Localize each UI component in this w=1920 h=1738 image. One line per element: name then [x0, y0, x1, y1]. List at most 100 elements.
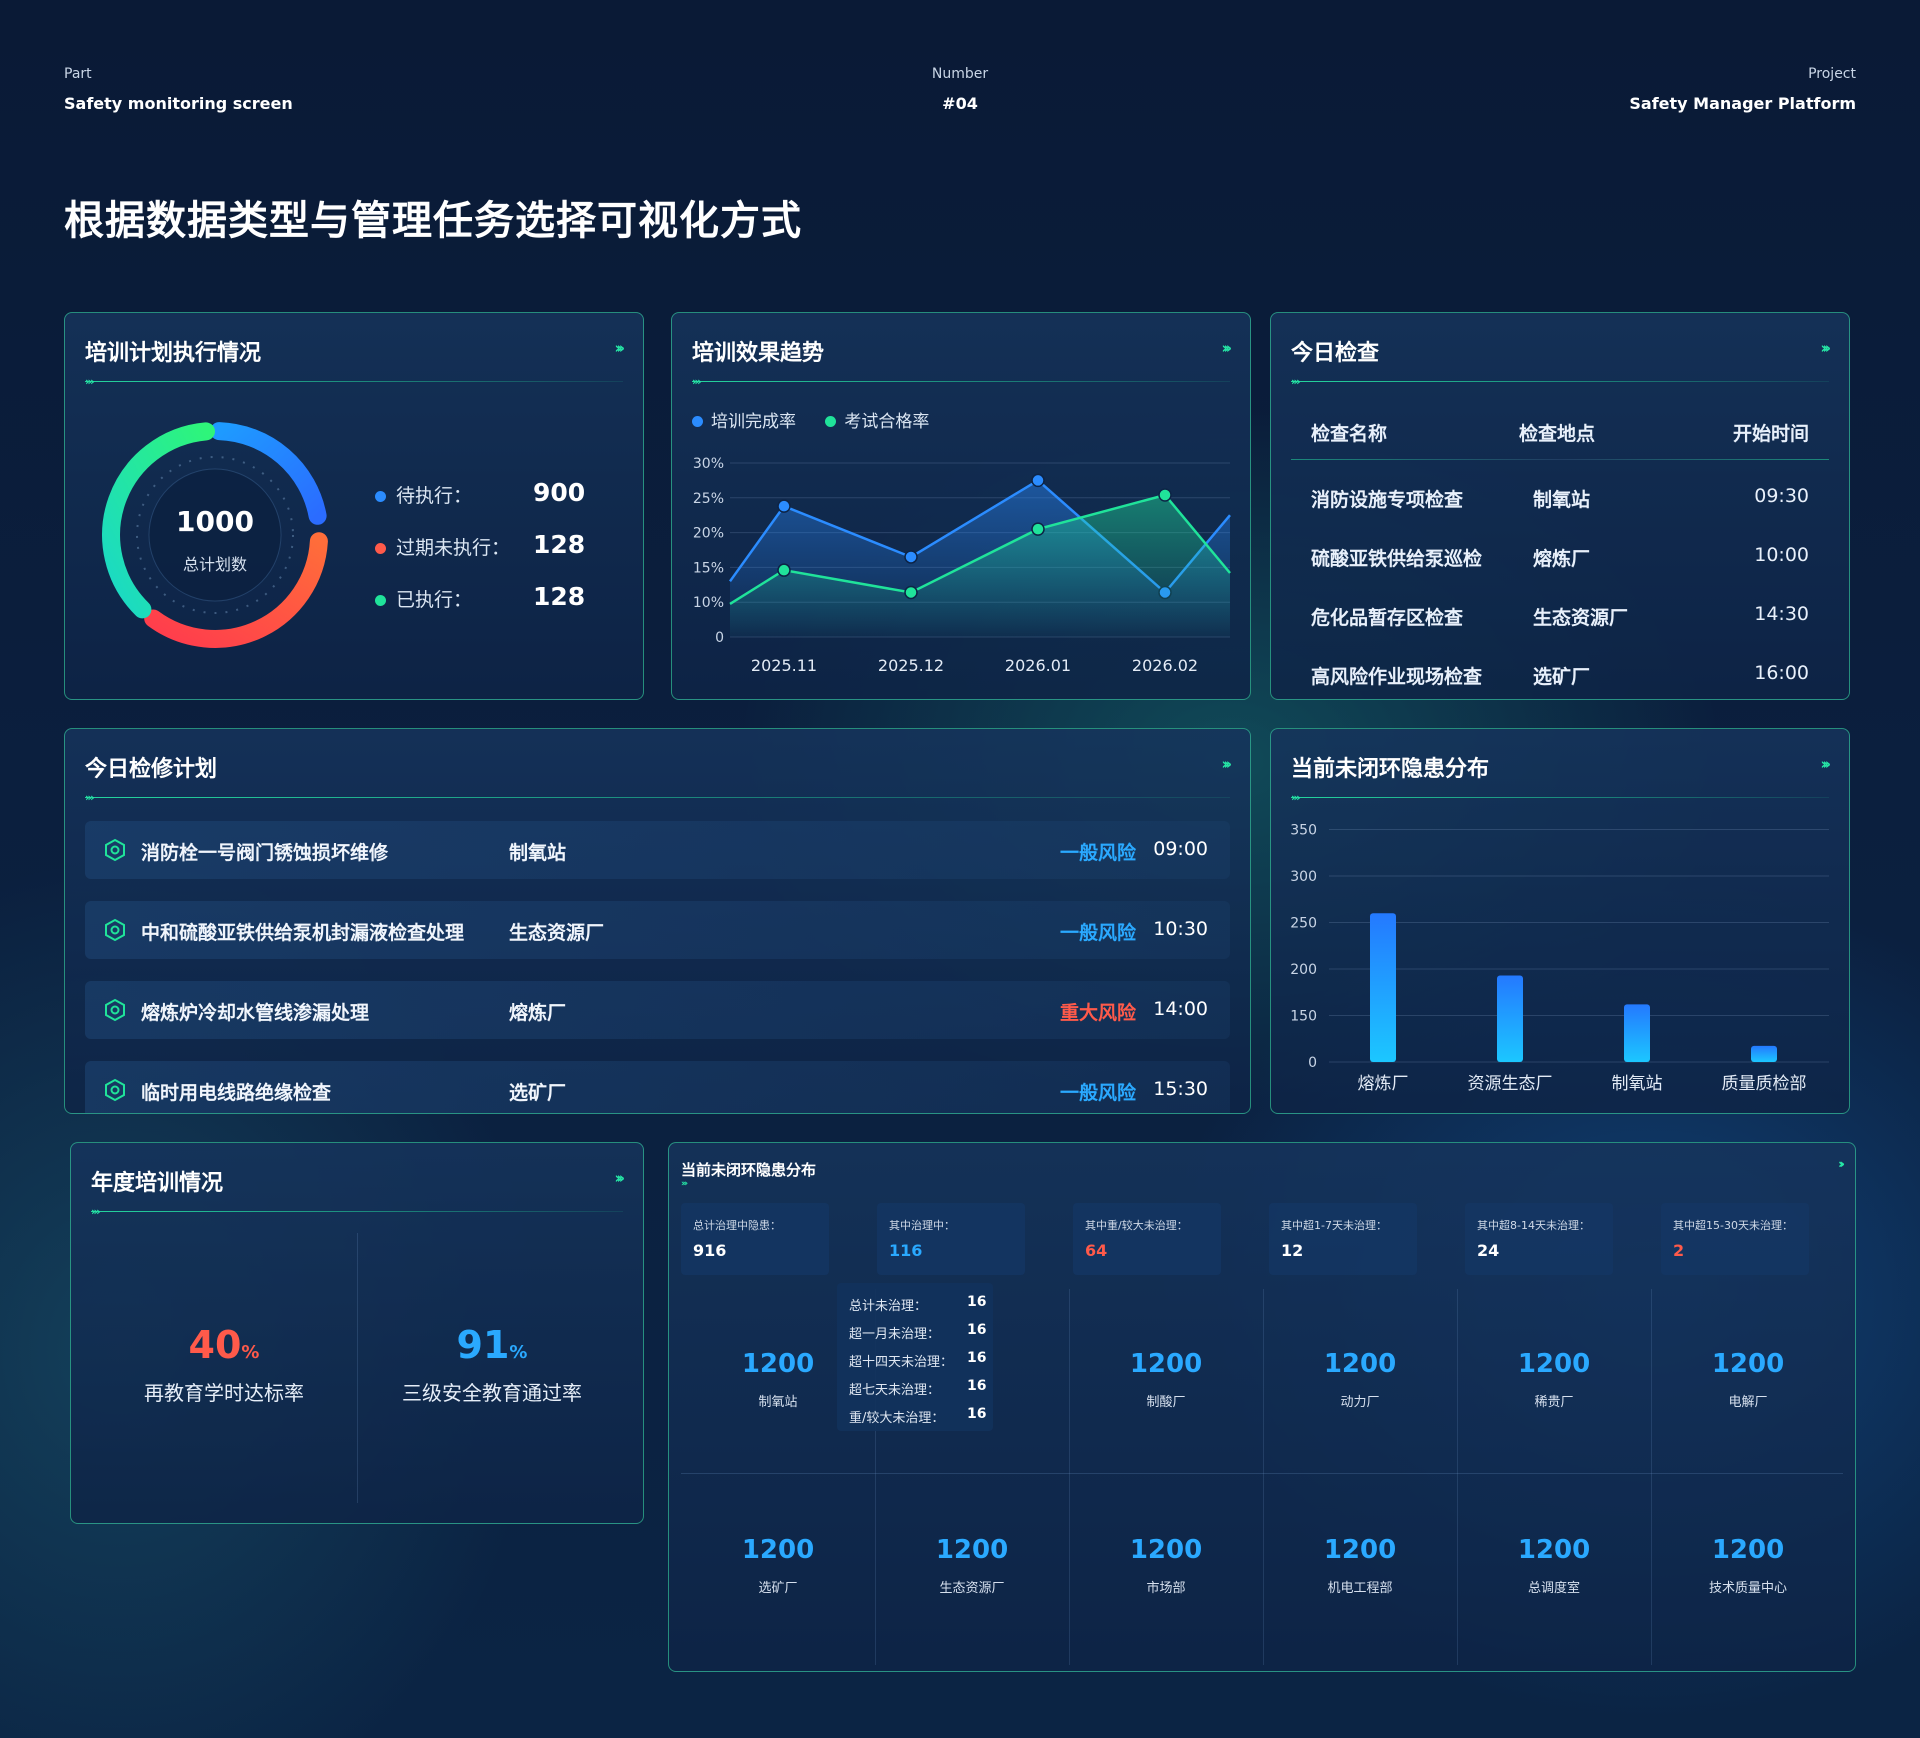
donut-total-label: 总计划数 — [182, 555, 247, 574]
dept-label: 制氧站 — [758, 1395, 798, 1410]
list-item[interactable]: 临时用电线路绝缘检查 选矿厂 一般风险 15:30 — [85, 1061, 1230, 1113]
tooltip-label: 超七天未治理： — [849, 1383, 941, 1398]
item-time: 09:00 — [1153, 838, 1208, 860]
y-tick-label: 10% — [693, 595, 724, 611]
dept-cell[interactable]: 1200 稀贵厂 — [1475, 1349, 1633, 1410]
stat-label: 总计治理中隐患： — [693, 1219, 781, 1232]
list-item[interactable]: 熔炼炉冷却水管线渗漏处理 熔炼厂 重大风险 14:00 — [85, 981, 1230, 1039]
y-tick-label: 250 — [1290, 916, 1317, 932]
data-point[interactable] — [1031, 522, 1045, 536]
dept-cell[interactable]: 1200 生态资源厂 — [893, 1535, 1051, 1596]
dept-cell[interactable]: 1200 电解厂 — [1669, 1349, 1827, 1410]
item-location: 选矿厂 — [509, 1082, 567, 1104]
data-point[interactable] — [904, 585, 918, 600]
data-point[interactable] — [777, 563, 791, 577]
y-tick-label: 20% — [693, 526, 724, 542]
panel-title: 今日检查 — [1291, 341, 1380, 366]
metric-label: 三级安全教育通过率 — [402, 1381, 582, 1405]
underline-dots-icon: ››› — [85, 791, 95, 804]
dept-value: 1200 — [1517, 1535, 1591, 1565]
dept-cell[interactable]: 1200 机电工程部 — [1281, 1535, 1439, 1596]
chevron-right-icon[interactable]: ››› — [614, 339, 624, 357]
table-row[interactable]: 硫酸亚铁供给泵巡检 — [1311, 544, 1482, 571]
data-point[interactable] — [904, 550, 918, 564]
dept-value: 1200 — [1711, 1349, 1785, 1379]
x-tick-label: 资源生态厂 — [1468, 1074, 1553, 1094]
dept-value: 1200 — [1129, 1535, 1203, 1565]
data-point[interactable] — [1031, 473, 1045, 488]
dept-value: 1200 — [741, 1349, 815, 1379]
th-check-name: 检查名称 — [1311, 423, 1388, 445]
data-point[interactable] — [777, 499, 791, 513]
bar[interactable] — [1370, 913, 1396, 1062]
dept-label: 动力厂 — [1340, 1395, 1380, 1410]
dept-cell[interactable]: 1200 总调度室 — [1475, 1535, 1633, 1596]
table-row[interactable]: 消防设施专项检查 — [1311, 485, 1463, 512]
item-time: 14:00 — [1153, 998, 1208, 1020]
hexagon-icon — [105, 838, 125, 862]
metric-value: 91 — [456, 1323, 510, 1367]
item-risk: 重大风险 — [1059, 1002, 1136, 1024]
meta-part: Part Safety monitoring screen — [64, 66, 293, 113]
panel-title: 年度培训情况 — [91, 1171, 224, 1196]
dept-detail-tooltip: 总计未治理： 16 超一月未治理： 16 超十四天未治理： 16 超七天未治理： 16 … — [837, 1283, 993, 1431]
chevron-right-icon[interactable]: ››› — [1820, 339, 1830, 357]
dept-cell[interactable]: 1200 制酸厂 — [1087, 1349, 1245, 1410]
y-tick-label: 30% — [693, 456, 724, 472]
table-row[interactable]: 高风险作业现场检查 — [1311, 662, 1482, 689]
y-tick-label: 200 — [1290, 962, 1317, 978]
stat-value: 24 — [1477, 1241, 1500, 1260]
y-tick-label: 350 — [1290, 823, 1317, 839]
dept-value: 1200 — [1323, 1349, 1397, 1379]
panel-hazard-bar: 当前未闭环隐患分布 ››› ››› 0 150 200 250 300 350 熔炼厂 资源生… — [1270, 728, 1850, 1114]
metric-value: 40 — [188, 1323, 242, 1367]
item-name: 熔炼炉冷却水管线渗漏处理 — [141, 1002, 370, 1024]
item-risk: 一般风险 — [1059, 1082, 1136, 1104]
dept-cell[interactable]: 1200 技术质量中心 — [1669, 1535, 1827, 1596]
dept-cell[interactable]: 1200 选矿厂 — [699, 1535, 857, 1596]
bar[interactable] — [1624, 1004, 1650, 1062]
stat-label: 其中超1-7天未治理： — [1281, 1219, 1387, 1232]
x-tick-label: 制氧站 — [1612, 1074, 1663, 1094]
chevron-right-icon[interactable]: ››› — [1838, 1157, 1845, 1171]
y-tick-label: 300 — [1290, 869, 1317, 885]
legend-value: 900 — [533, 478, 586, 507]
donut-total: 1000 — [176, 505, 254, 538]
item-location: 生态资源厂 — [509, 922, 605, 944]
item-time: 15:30 — [1153, 1078, 1208, 1100]
table-row[interactable]: 危化品暂存区检查 — [1311, 603, 1463, 630]
dept-cell[interactable]: 1200 动力厂 — [1281, 1349, 1439, 1410]
chevron-right-icon[interactable]: ››› — [1221, 755, 1231, 773]
table-header-divider — [1291, 459, 1829, 460]
bar[interactable] — [1751, 1045, 1777, 1062]
item-name: 中和硫酸亚铁供给泵机封漏液检查处理 — [141, 922, 465, 944]
trend-chart: 0 10% 15% 20% 25% 30% 2025.11 2025.12 2026.01 202… — [693, 456, 1231, 675]
meta-part-label: Part — [64, 66, 92, 82]
title-underline — [1291, 381, 1829, 382]
y-tick-label: 0 — [1308, 1055, 1317, 1071]
underline-dots-icon: ››› — [85, 375, 95, 388]
cell-location: 选矿厂 — [1533, 666, 1591, 688]
dept-cell[interactable]: 1200 市场部 — [1087, 1535, 1245, 1596]
bar[interactable] — [1497, 975, 1523, 1062]
x-tick-label: 质量质检部 — [1722, 1074, 1807, 1094]
chevron-right-icon[interactable]: ››› — [614, 1169, 624, 1187]
cell-location: 熔炼厂 — [1533, 548, 1591, 570]
tooltip-value: 16 — [967, 1378, 987, 1394]
list-item[interactable]: 中和硫酸亚铁供给泵机封漏液检查处理 生态资源厂 一般风险 10:30 — [85, 901, 1230, 959]
legend-label: 已执行： — [396, 589, 473, 611]
hazard-bar-chart: 0 150 200 250 300 350 熔炼厂 资源生态厂 制氧站 质量质检部 — [1290, 823, 1829, 1094]
hexagon-icon — [105, 1078, 125, 1102]
data-point[interactable] — [1158, 488, 1172, 502]
meta-project-label: Project — [1808, 66, 1856, 82]
dept-cell[interactable]: 1200 制氧站 — [699, 1349, 857, 1410]
dept-value: 1200 — [1129, 1349, 1203, 1379]
legend-label: 待执行： — [396, 485, 473, 507]
dept-value: 1200 — [1517, 1349, 1591, 1379]
list-item[interactable]: 消防栓一号阀门锈蚀损坏维修 制氧站 一般风险 09:00 — [85, 821, 1230, 879]
item-risk: 一般风险 — [1059, 842, 1136, 864]
item-time: 10:30 — [1153, 918, 1208, 940]
x-tick-label: 2026.02 — [1132, 656, 1198, 675]
title-underline — [85, 381, 623, 382]
meta-number-label: Number — [931, 66, 989, 82]
